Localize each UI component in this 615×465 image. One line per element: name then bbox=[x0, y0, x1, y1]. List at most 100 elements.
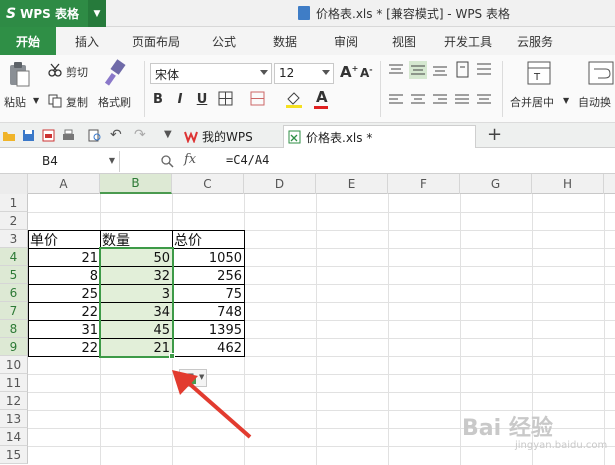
tab-view[interactable]: 视图 bbox=[376, 27, 432, 55]
select-all-corner[interactable] bbox=[0, 174, 28, 194]
distribute-icon[interactable] bbox=[476, 93, 492, 107]
italic-button[interactable]: I bbox=[172, 91, 188, 107]
row-header-15[interactable]: 15 bbox=[0, 446, 28, 464]
tab-home[interactable]: 开始 bbox=[0, 27, 56, 55]
cell-a6[interactable]: 25 bbox=[29, 285, 100, 303]
cell-c5[interactable]: 256 bbox=[173, 267, 244, 285]
column-header-f[interactable]: F bbox=[388, 174, 460, 194]
open-folder-icon[interactable] bbox=[2, 129, 15, 142]
save-icon[interactable] bbox=[22, 129, 35, 142]
copy-icon[interactable] bbox=[48, 94, 62, 108]
copy-button[interactable]: 复制 bbox=[66, 94, 88, 110]
font-color-icon[interactable]: A bbox=[316, 88, 328, 106]
row-header-13[interactable]: 13 bbox=[0, 410, 28, 428]
row-header-1[interactable]: 1 bbox=[0, 194, 28, 212]
cell-c8[interactable]: 1395 bbox=[173, 321, 244, 339]
cell-a3[interactable]: 单价 bbox=[29, 231, 100, 249]
row-header-7[interactable]: 7 bbox=[0, 302, 28, 320]
row-header-8[interactable]: 8 bbox=[0, 320, 28, 338]
cell-style-icon[interactable] bbox=[250, 91, 266, 107]
cell-c4[interactable]: 1050 bbox=[173, 249, 244, 267]
cell-a5[interactable]: 8 bbox=[29, 267, 100, 285]
new-tab-button[interactable]: + bbox=[487, 124, 502, 145]
column-header-g[interactable]: G bbox=[460, 174, 532, 194]
column-header-d[interactable]: D bbox=[244, 174, 316, 194]
column-header-c[interactable]: C bbox=[172, 174, 244, 194]
cell-a7[interactable]: 22 bbox=[29, 303, 100, 321]
column-header-e[interactable]: E bbox=[316, 174, 388, 194]
cell-c9[interactable]: 462 bbox=[173, 339, 244, 357]
paste-icon[interactable] bbox=[8, 61, 30, 87]
row-header-9[interactable]: 9 bbox=[0, 338, 28, 356]
row-header-14[interactable]: 14 bbox=[0, 428, 28, 446]
tab-insert[interactable]: 插入 bbox=[56, 27, 118, 55]
row-header-3[interactable]: 3 bbox=[0, 230, 28, 248]
row-header-10[interactable]: 10 bbox=[0, 356, 28, 374]
align-right-icon[interactable] bbox=[432, 93, 448, 107]
row-header-5[interactable]: 5 bbox=[0, 266, 28, 284]
formula-input[interactable]: =C4/A4 bbox=[226, 153, 269, 167]
undo-icon[interactable]: ↶ bbox=[110, 127, 122, 143]
cell-c6[interactable]: 75 bbox=[173, 285, 244, 303]
align-left-icon[interactable] bbox=[388, 93, 404, 107]
auto-wrap-icon[interactable] bbox=[588, 61, 614, 85]
wrap-indent-icon[interactable] bbox=[476, 61, 492, 79]
decrease-font-icon[interactable]: A- bbox=[360, 65, 373, 80]
auto-wrap-button[interactable]: 自动换 bbox=[578, 94, 611, 110]
paste-button[interactable]: 粘贴 bbox=[4, 94, 26, 110]
underline-button[interactable]: U bbox=[194, 91, 210, 107]
chevron-down-icon[interactable]: ▼ bbox=[109, 156, 115, 165]
column-header-a[interactable]: A bbox=[28, 174, 100, 194]
insert-function-button[interactable]: fx bbox=[184, 152, 196, 167]
merge-center-icon[interactable]: T bbox=[527, 61, 551, 85]
borders-icon[interactable] bbox=[218, 91, 234, 107]
column-header-h[interactable]: H bbox=[532, 174, 604, 194]
bold-button[interactable]: B bbox=[150, 91, 166, 107]
paste-dropdown-icon[interactable]: ▼ bbox=[33, 96, 39, 105]
format-painter-icon[interactable] bbox=[103, 59, 129, 87]
redo-icon[interactable]: ↷ bbox=[134, 127, 146, 143]
scissors-icon[interactable] bbox=[48, 63, 62, 77]
spreadsheet-grid[interactable]: A B C D E F G H 1 2 3 4 5 6 7 8 9 10 11 … bbox=[0, 174, 615, 465]
quick-access-dropdown-icon[interactable]: ▼ bbox=[164, 129, 172, 140]
tab-document[interactable]: 价格表.xls * bbox=[283, 125, 476, 148]
row-header-2[interactable]: 2 bbox=[0, 212, 28, 230]
row-header-11[interactable]: 11 bbox=[0, 374, 28, 392]
chevron-down-icon[interactable]: ▼ bbox=[563, 96, 569, 105]
tab-formulas[interactable]: 公式 bbox=[194, 27, 254, 55]
fill-handle[interactable] bbox=[169, 353, 175, 359]
tab-developer[interactable]: 开发工具 bbox=[432, 27, 504, 55]
align-center-icon[interactable] bbox=[410, 93, 426, 107]
column-header-i[interactable] bbox=[604, 174, 615, 194]
format-painter-button[interactable]: 格式刷 bbox=[98, 94, 131, 110]
tab-page-layout[interactable]: 页面布局 bbox=[118, 27, 194, 55]
tab-cloud[interactable]: 云服务 bbox=[504, 27, 566, 55]
tab-review[interactable]: 审阅 bbox=[316, 27, 376, 55]
merge-center-button[interactable]: 合并居中 bbox=[510, 94, 554, 110]
tab-data[interactable]: 数据 bbox=[254, 27, 316, 55]
export-pdf-icon[interactable] bbox=[42, 129, 55, 142]
row-header-12[interactable]: 12 bbox=[0, 392, 28, 410]
print-icon[interactable] bbox=[62, 129, 75, 142]
cell-a8[interactable]: 31 bbox=[29, 321, 100, 339]
name-box[interactable]: B4 ▼ bbox=[0, 151, 120, 172]
align-middle-icon[interactable] bbox=[409, 61, 427, 79]
print-preview-icon[interactable] bbox=[88, 129, 101, 142]
font-name-select[interactable]: 宋体 bbox=[150, 63, 272, 84]
font-size-select[interactable]: 12 bbox=[274, 63, 334, 84]
cut-button[interactable]: 剪切 bbox=[66, 64, 88, 80]
cell-c3[interactable]: 总价 bbox=[173, 231, 244, 249]
row-header-4[interactable]: 4 bbox=[0, 248, 28, 266]
row-header-6[interactable]: 6 bbox=[0, 284, 28, 302]
cell-a4[interactable]: 21 bbox=[29, 249, 100, 267]
cell-a9[interactable]: 22 bbox=[29, 339, 100, 357]
increase-font-icon[interactable]: A+ bbox=[340, 63, 358, 81]
text-orientation-icon[interactable] bbox=[456, 61, 470, 79]
justify-icon[interactable] bbox=[454, 93, 470, 107]
cell-c7[interactable]: 748 bbox=[173, 303, 244, 321]
zoom-search-icon[interactable] bbox=[160, 154, 174, 168]
tab-my-wps[interactable]: 我的WPS bbox=[180, 125, 278, 148]
align-top-icon[interactable] bbox=[388, 63, 404, 77]
app-menu-dropdown-icon[interactable]: ▼ bbox=[88, 0, 106, 27]
column-header-b[interactable]: B bbox=[100, 174, 172, 194]
